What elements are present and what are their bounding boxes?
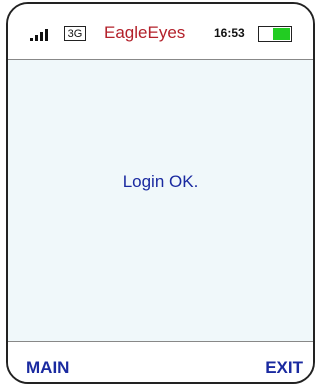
battery-icon bbox=[258, 26, 292, 42]
softkey-bar: MAIN EXIT bbox=[8, 342, 313, 382]
clock: 16:53 bbox=[214, 26, 245, 40]
main-softkey[interactable]: MAIN bbox=[26, 358, 69, 378]
network-type-badge: 3G bbox=[64, 26, 86, 41]
exit-softkey[interactable]: EXIT bbox=[265, 358, 303, 378]
status-message: Login OK. bbox=[122, 172, 199, 191]
main-content: Login OK. bbox=[8, 60, 313, 342]
phone-screen: 3G EagleEyes 16:53 Login OK. MAIN EXIT bbox=[6, 2, 315, 384]
battery-level-fill bbox=[273, 28, 290, 40]
status-bar: 3G EagleEyes 16:53 bbox=[8, 4, 313, 60]
signal-bars-icon bbox=[30, 29, 52, 41]
app-title: EagleEyes bbox=[104, 23, 186, 42]
